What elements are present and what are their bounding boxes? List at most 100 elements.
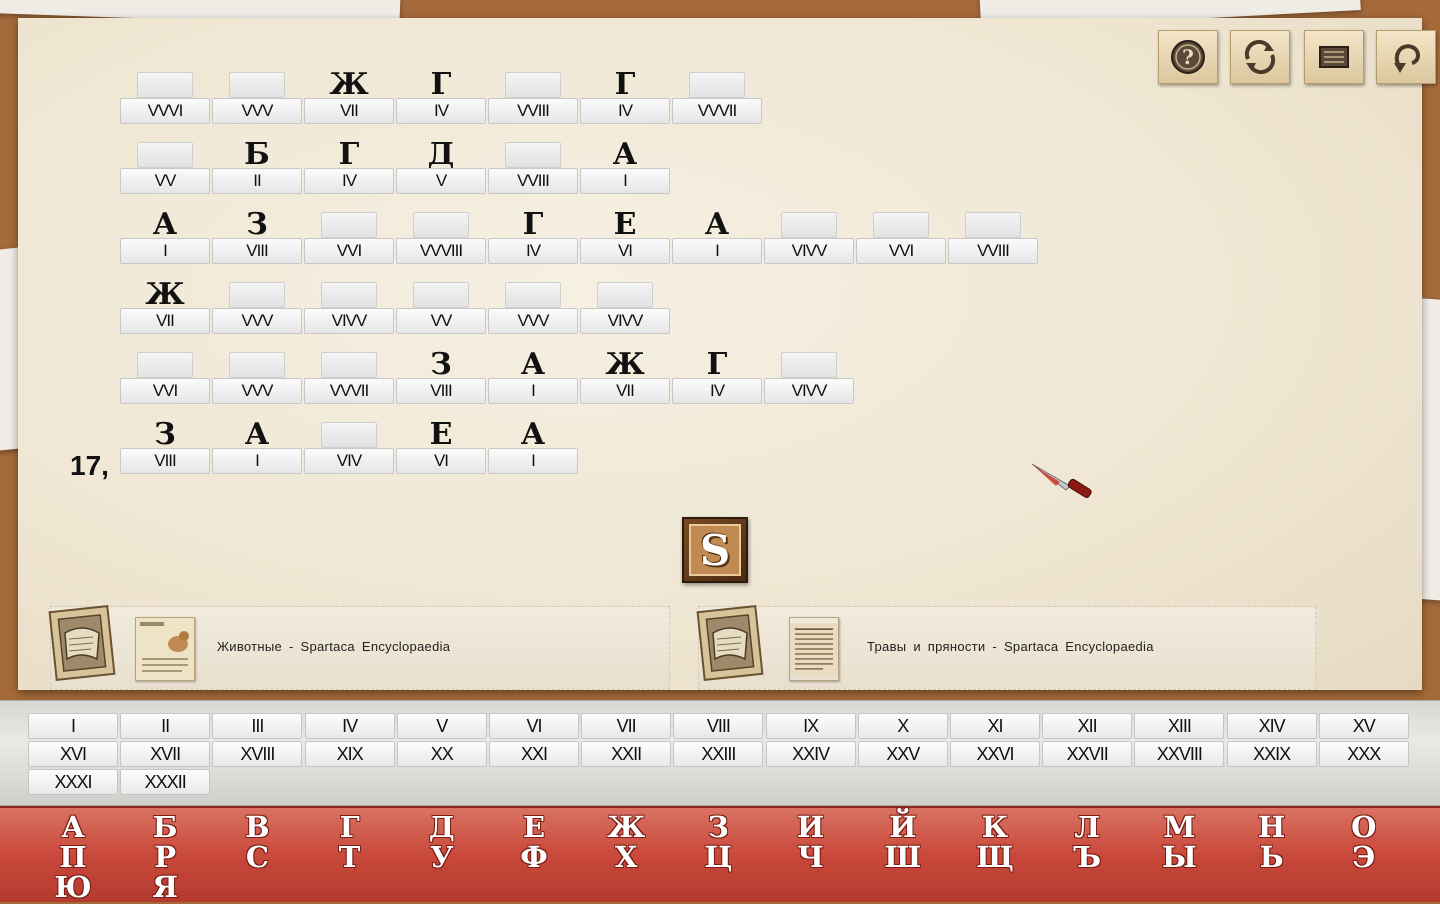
alphabet-letter-button[interactable]: Ч (781, 842, 841, 872)
alphabet-letter-button[interactable]: Л (1057, 812, 1117, 842)
numeral-button[interactable]: VII (581, 713, 672, 739)
cipher-cell[interactable]: VVV (212, 282, 302, 342)
cipher-cell[interactable]: АI (120, 210, 210, 272)
numeral-button[interactable]: XXIII (673, 741, 764, 767)
numeral-button[interactable]: V (396, 713, 487, 739)
cipher-cell[interactable]: VVIII (488, 72, 578, 132)
cipher-cell[interactable]: Г IV (396, 70, 486, 132)
alphabet-letter-button[interactable]: У (412, 842, 472, 872)
alphabet-letter-button[interactable]: С (227, 842, 287, 872)
alphabet-letter-button[interactable]: Й (873, 812, 933, 842)
cipher-cell[interactable]: Г IV (488, 210, 578, 272)
cipher-cell[interactable]: Г IV (304, 140, 394, 202)
encyclopedia-link-herbs[interactable]: Травы и пряности - Spartaca Encyclopaedi… (696, 605, 1316, 690)
alphabet-letter-button[interactable]: П (43, 842, 103, 872)
numeral-button[interactable]: XX (396, 741, 487, 767)
cipher-cell[interactable]: VIV (304, 422, 394, 482)
alphabet-letter-button[interactable]: Н (1242, 812, 1302, 842)
numeral-button[interactable]: XXX (1318, 741, 1409, 767)
cipher-cell[interactable]: VVV (488, 282, 578, 342)
cipher-cell[interactable]: АI (212, 420, 302, 482)
cipher-cell[interactable]: Ж VII (304, 70, 394, 132)
numeral-button[interactable]: VI (489, 713, 579, 739)
encyclopedia-link-animals[interactable]: Животные - Spartaca Encyclopaedia (48, 605, 670, 690)
alphabet-letter-button[interactable]: Ю (43, 872, 103, 902)
cipher-cell[interactable]: VIVV (764, 352, 854, 412)
numeral-button[interactable]: III (212, 713, 303, 739)
alphabet-letter-button[interactable]: Щ (965, 842, 1025, 872)
cipher-cell[interactable]: Б II (212, 140, 302, 202)
cipher-cell[interactable]: VVVI (120, 72, 210, 132)
numeral-button[interactable]: XVIII (212, 741, 303, 767)
alphabet-letter-button[interactable]: Э (1334, 842, 1394, 872)
alphabet-letter-button[interactable]: И (781, 812, 841, 842)
numeral-button[interactable]: XXVIII (1134, 741, 1225, 767)
cipher-cell[interactable]: VVI (304, 212, 394, 272)
alphabet-letter-button[interactable]: А (43, 812, 103, 842)
cipher-cell[interactable]: АI (488, 420, 578, 482)
numeral-button[interactable]: XVII (120, 741, 211, 767)
cipher-cell[interactable]: Г IV (580, 70, 670, 132)
cipher-cell[interactable]: VIVV (580, 282, 670, 342)
menu-button[interactable] (1304, 30, 1364, 84)
cipher-cell[interactable]: ДV (396, 140, 486, 202)
numeral-button[interactable]: XXIX (1226, 741, 1317, 767)
cipher-cell[interactable]: З VIII (212, 210, 302, 272)
alphabet-letter-button[interactable]: М (1149, 812, 1209, 842)
cipher-cell[interactable]: VVI (856, 212, 946, 272)
back-button[interactable] (1376, 30, 1436, 84)
alphabet-letter-button[interactable]: Ф (504, 842, 564, 872)
alphabet-letter-button[interactable]: Ш (873, 842, 933, 872)
hint-button[interactable]: S (682, 517, 748, 583)
numeral-button[interactable]: XXXII (120, 769, 211, 795)
numeral-button[interactable]: XXII (581, 741, 672, 767)
cipher-cell[interactable]: VVI (120, 352, 210, 412)
cipher-cell[interactable]: АI (488, 350, 578, 412)
numeral-button[interactable]: XXI (489, 741, 579, 767)
cipher-cell[interactable]: VVVII (304, 352, 394, 412)
cipher-cell[interactable]: VVIII (488, 142, 578, 202)
restart-button[interactable] (1230, 30, 1290, 84)
alphabet-letter-button[interactable]: Г (320, 812, 380, 842)
alphabet-letter-button[interactable]: Ц (688, 842, 748, 872)
numeral-button[interactable]: XIX (304, 741, 395, 767)
numeral-button[interactable]: II (120, 713, 211, 739)
cipher-cell[interactable]: З VIII (120, 420, 210, 482)
numeral-button[interactable]: XIII (1134, 713, 1225, 739)
numeral-button[interactable]: XII (1042, 713, 1133, 739)
numeral-button[interactable]: X (857, 713, 948, 739)
numeral-button[interactable]: XV (1318, 713, 1409, 739)
alphabet-letter-button[interactable]: Т (320, 842, 380, 872)
cipher-cell[interactable]: АI (672, 210, 762, 272)
cipher-cell[interactable]: Ж VII (580, 350, 670, 412)
alphabet-letter-button[interactable]: Е (504, 812, 564, 842)
alphabet-letter-button[interactable]: З (688, 812, 748, 842)
numeral-button[interactable]: XXVI (950, 741, 1040, 767)
alphabet-letter-button[interactable]: Д (412, 812, 472, 842)
numeral-button[interactable]: XXIV (765, 741, 856, 767)
alphabet-letter-button[interactable]: Ы (1149, 842, 1209, 872)
cipher-cell[interactable]: VIVV (764, 212, 854, 272)
cipher-cell[interactable]: VV (396, 282, 486, 342)
numeral-button[interactable]: VIII (673, 713, 764, 739)
cipher-cell[interactable]: VVIII (948, 212, 1038, 272)
numeral-button[interactable]: IV (304, 713, 395, 739)
numeral-button[interactable]: I (28, 713, 118, 739)
cipher-cell[interactable]: З VIII (396, 350, 486, 412)
alphabet-letter-button[interactable]: Ь (1242, 842, 1302, 872)
cipher-cell[interactable]: Ж VII (120, 280, 210, 342)
alphabet-letter-button[interactable]: В (227, 812, 287, 842)
alphabet-letter-button[interactable]: Ж (596, 812, 656, 842)
cipher-cell[interactable]: Е VI (580, 210, 670, 272)
cipher-cell[interactable]: VVVII (672, 72, 762, 132)
cipher-cell[interactable]: VIVV (304, 282, 394, 342)
alphabet-letter-button[interactable]: О (1334, 812, 1394, 842)
help-button[interactable]: ? (1158, 30, 1218, 84)
cipher-cell[interactable]: VVV (212, 72, 302, 132)
numeral-button[interactable]: XIV (1226, 713, 1317, 739)
cipher-cell[interactable]: VVV (212, 352, 302, 412)
numeral-button[interactable]: XXV (857, 741, 948, 767)
cipher-cell[interactable]: АI (580, 140, 670, 202)
alphabet-letter-button[interactable]: Ъ (1057, 842, 1117, 872)
numeral-button[interactable]: XXVII (1042, 741, 1133, 767)
